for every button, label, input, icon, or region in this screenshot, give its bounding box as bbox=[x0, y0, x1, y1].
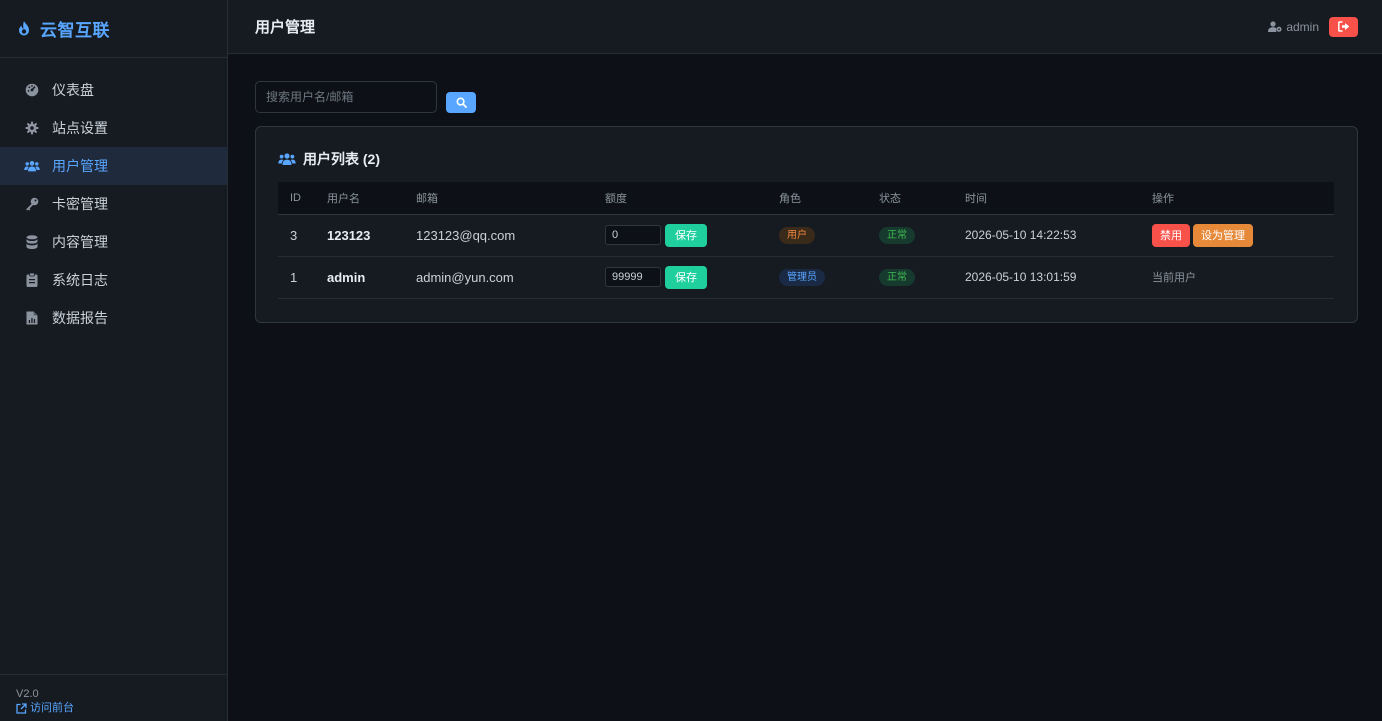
sidebar-item-system-log[interactable]: 系统日志 bbox=[0, 261, 227, 299]
created-time: 2026-05-10 14:22:53 bbox=[964, 214, 1151, 257]
external-link-icon bbox=[16, 702, 27, 714]
column-header: 邮箱 bbox=[415, 182, 604, 215]
brand[interactable]: 云智互联 bbox=[0, 0, 227, 58]
current-user[interactable]: admin bbox=[1268, 20, 1319, 34]
sidebar-footer: V2.0 访问前台 bbox=[0, 674, 227, 721]
table-row: 1 admin admin@yun.com 保存 管理员 正常 bbox=[278, 256, 1334, 299]
sidebar-item-dashboard[interactable]: 仪表盘 bbox=[0, 71, 227, 109]
sidebar-item-label: 内容管理 bbox=[52, 234, 108, 250]
card-header: 用户列表 (2) bbox=[278, 149, 1334, 169]
created-time: 2026-05-10 13:01:59 bbox=[964, 256, 1151, 299]
sidebar-item-label: 系统日志 bbox=[52, 272, 108, 288]
user-table: ID 用户名 邮箱 额度 角色 状态 时间 操作 3 123123 123123… bbox=[278, 182, 1334, 299]
status-badge: 正常 bbox=[879, 227, 915, 244]
sidebar-item-site-settings[interactable]: 站点设置 bbox=[0, 109, 227, 147]
column-header: 状态 bbox=[878, 182, 964, 215]
sidebar-menu: 仪表盘 站点设置 用户管理 卡密管理 内容管理 系统日志 数据报告 bbox=[0, 58, 227, 337]
sidebar-item-data-report[interactable]: 数据报告 bbox=[0, 299, 227, 337]
save-quota-button[interactable]: 保存 bbox=[665, 265, 707, 289]
username-label: admin bbox=[1286, 19, 1319, 34]
sidebar: 云智互联 仪表盘 站点设置 用户管理 卡密管理 内容管理 系统日志 数据报告 V… bbox=[0, 0, 228, 721]
current-user-label: 当前用户 bbox=[1152, 272, 1196, 284]
page-title: 用户管理 bbox=[255, 19, 316, 36]
gear-icon bbox=[24, 120, 40, 136]
save-quota-button[interactable]: 保存 bbox=[665, 223, 707, 247]
status-cell: 正常 bbox=[878, 256, 964, 299]
column-header: ID bbox=[278, 182, 326, 215]
file-chart-icon bbox=[24, 310, 40, 326]
user-email: 123123@qq.com bbox=[415, 214, 604, 257]
status-cell: 正常 bbox=[878, 214, 964, 257]
status-badge: 正常 bbox=[879, 269, 915, 286]
column-header: 角色 bbox=[778, 182, 878, 215]
user-name: admin bbox=[326, 256, 415, 299]
quota-input[interactable] bbox=[605, 267, 661, 287]
sidebar-item-label: 站点设置 bbox=[52, 120, 108, 136]
content-area: 用户列表 (2) ID 用户名 邮箱 额度 角色 bbox=[228, 54, 1382, 323]
actions-cell: 当前用户 bbox=[1151, 256, 1334, 299]
sidebar-item-label: 仪表盘 bbox=[52, 82, 94, 98]
users-icon bbox=[278, 153, 296, 165]
version-label: V2.0 bbox=[16, 688, 39, 700]
user-id: 1 bbox=[278, 256, 326, 299]
column-header: 额度 bbox=[604, 182, 778, 215]
app-root: 云智互联 仪表盘 站点设置 用户管理 卡密管理 内容管理 系统日志 数据报告 V… bbox=[0, 0, 1382, 721]
column-header: 用户名 bbox=[326, 182, 415, 215]
role-badge: 管理员 bbox=[779, 269, 825, 286]
topbar: 用户管理 admin bbox=[228, 0, 1382, 54]
actions-cell: 禁用 设为管理 bbox=[1151, 214, 1334, 257]
clipboard-icon bbox=[24, 272, 40, 288]
logout-icon bbox=[1337, 21, 1349, 32]
search-button[interactable] bbox=[446, 92, 476, 113]
dashboard-icon bbox=[24, 82, 40, 98]
set-admin-button[interactable]: 设为管理 bbox=[1193, 223, 1253, 247]
sidebar-item-content[interactable]: 内容管理 bbox=[0, 223, 227, 261]
fire-icon bbox=[16, 20, 32, 38]
search-bar bbox=[255, 81, 1358, 113]
user-cog-icon bbox=[1268, 21, 1282, 32]
brand-name: 云智互联 bbox=[40, 21, 110, 40]
key-icon bbox=[24, 196, 40, 212]
sidebar-item-user-management[interactable]: 用户管理 bbox=[0, 147, 227, 185]
user-name: 123123 bbox=[326, 214, 415, 257]
table-row: 3 123123 123123@qq.com 保存 用户 正常 bbox=[278, 214, 1334, 257]
visit-frontend-link[interactable]: 访问前台 bbox=[16, 701, 227, 715]
topbar-actions: admin bbox=[1268, 16, 1358, 37]
search-icon bbox=[455, 97, 467, 108]
table-header-row: ID 用户名 邮箱 额度 角色 状态 时间 操作 bbox=[278, 182, 1334, 215]
role-badge: 用户 bbox=[779, 227, 815, 244]
search-input[interactable] bbox=[255, 81, 437, 113]
role-cell: 管理员 bbox=[778, 256, 878, 299]
sidebar-item-label: 卡密管理 bbox=[52, 196, 108, 212]
user-id: 3 bbox=[278, 214, 326, 257]
quota-cell: 保存 bbox=[604, 256, 778, 299]
user-list-card: 用户列表 (2) ID 用户名 邮箱 额度 角色 状态 时间 操作 3 1231… bbox=[255, 126, 1358, 323]
quota-cell: 保存 bbox=[604, 214, 778, 257]
disable-user-button[interactable]: 禁用 bbox=[1152, 223, 1190, 247]
card-title: 用户列表 (2) bbox=[303, 151, 380, 167]
column-header: 时间 bbox=[964, 182, 1151, 215]
column-header: 操作 bbox=[1151, 182, 1334, 215]
sidebar-item-label: 数据报告 bbox=[52, 310, 108, 326]
user-email: admin@yun.com bbox=[415, 256, 604, 299]
users-icon bbox=[24, 158, 40, 174]
role-cell: 用户 bbox=[778, 214, 878, 257]
sidebar-item-label: 用户管理 bbox=[52, 158, 108, 174]
visit-frontend-label: 访问前台 bbox=[30, 702, 74, 714]
database-icon bbox=[24, 234, 40, 250]
sidebar-item-card-keys[interactable]: 卡密管理 bbox=[0, 185, 227, 223]
logout-button[interactable] bbox=[1329, 16, 1358, 37]
quota-input[interactable] bbox=[605, 225, 661, 245]
main-content: 用户管理 admin 用户列表 ( bbox=[228, 0, 1382, 721]
